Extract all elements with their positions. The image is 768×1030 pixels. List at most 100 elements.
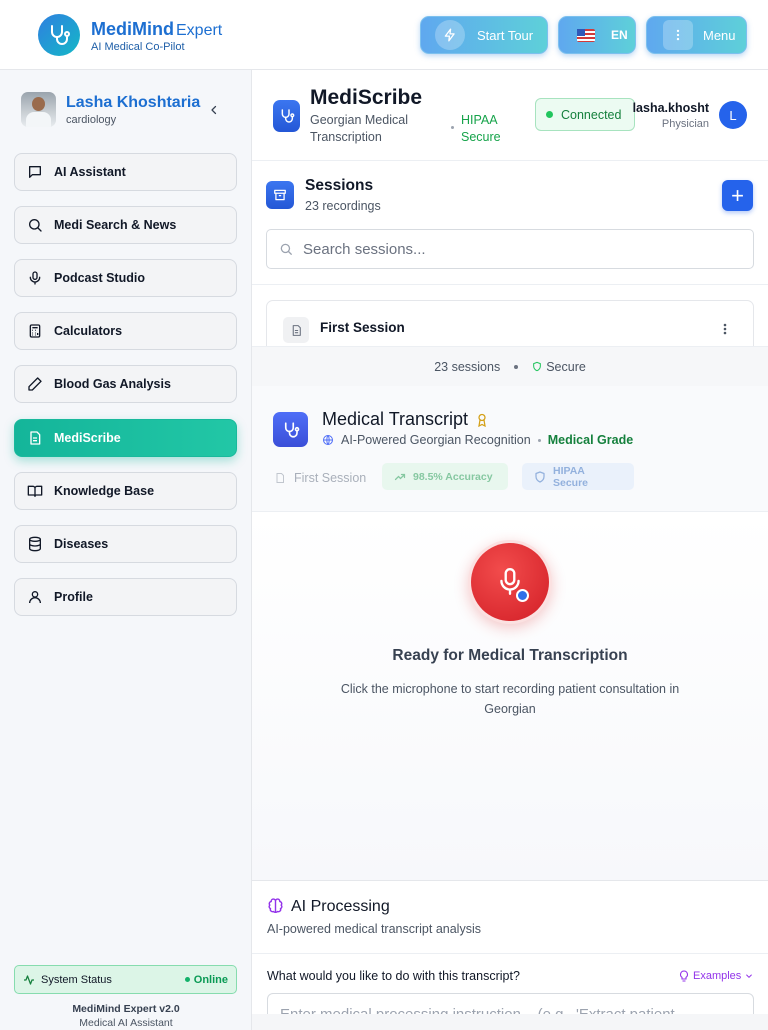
page-subtitle: Georgian Medical	[310, 113, 408, 127]
sidebar-item-label: MediScribe	[54, 431, 121, 445]
secure-label: Secure	[546, 359, 586, 374]
start-tour-button[interactable]: Start Tour	[420, 16, 548, 54]
brain-icon	[267, 898, 284, 915]
archive-icon	[266, 181, 294, 209]
menu-button[interactable]: Menu	[646, 16, 747, 54]
language-selector[interactable]: EN	[558, 16, 636, 54]
recorder-description: Click the microphone to start recording …	[340, 682, 680, 716]
sidebar-item-label: Podcast Studio	[54, 271, 145, 285]
instruction-label: What would you like to do with this tran…	[267, 969, 520, 983]
session-chip: First Session	[274, 465, 366, 491]
session-name: First Session	[320, 320, 405, 335]
calculator-icon	[26, 322, 44, 340]
sidebar-item-blood-gas[interactable]: Blood Gas Analysis	[14, 365, 237, 403]
brand-tagline: AI Medical Co-Pilot	[91, 41, 185, 53]
menu-label: Menu	[703, 27, 736, 43]
start-tour-label: Start Tour	[477, 27, 534, 43]
file-text-icon	[26, 429, 44, 447]
sidebar-item-label: Calculators	[54, 324, 123, 338]
shield-icon	[532, 361, 542, 372]
search-input[interactable]: Search sessions...	[303, 241, 426, 258]
ai-processing-title: AI Processing	[291, 898, 390, 915]
activity-icon	[23, 974, 35, 986]
globe-icon	[322, 434, 334, 446]
top-header: MediMind Expert AI Medical Co-Pilot Start…	[0, 0, 768, 70]
stethoscope-icon	[273, 412, 308, 447]
sessions-count: 23 recordings	[305, 199, 381, 213]
divider	[252, 953, 768, 954]
system-status: System Status Online	[14, 965, 237, 994]
app-version: MediMind Expert v2.0	[72, 1003, 180, 1015]
ai-processing-panel: AI Processing AI-powered medical transcr…	[252, 880, 768, 1030]
collapse-sidebar-button[interactable]	[205, 101, 223, 119]
add-session-button[interactable]: +	[722, 180, 753, 211]
sidebar-item-label: Diseases	[54, 537, 109, 551]
sidebar-item-calculators[interactable]: Calculators	[14, 312, 237, 350]
user-name[interactable]: Lasha Khoshtaria	[66, 94, 200, 112]
sidebar-item-knowledge-base[interactable]: Knowledge Base	[14, 472, 237, 510]
document-icon	[283, 317, 309, 343]
sidebar-item-profile[interactable]: Profile	[14, 578, 237, 616]
user-specialty: cardiology	[66, 114, 117, 126]
shield-icon	[534, 470, 546, 483]
list-item[interactable]: First Session	[266, 300, 754, 346]
sidebar-item-medi-search[interactable]: Medi Search & News	[14, 206, 237, 244]
avatar[interactable]	[21, 92, 56, 127]
examples-dropdown[interactable]: Examples	[679, 970, 753, 982]
pen-icon	[26, 375, 44, 393]
more-vertical-icon[interactable]	[719, 321, 731, 337]
mic-icon	[26, 269, 44, 287]
document-icon	[274, 472, 286, 484]
system-status-label: System Status	[41, 973, 112, 986]
chevron-down-icon	[745, 972, 753, 980]
sessions-total: 23 sessions	[434, 359, 501, 374]
lightning-icon	[435, 20, 465, 50]
hipaa-label: HIPAA	[461, 113, 498, 127]
hipaa-label-cont: Secure	[461, 130, 501, 144]
session-list[interactable]: First Session	[252, 284, 768, 346]
divider	[252, 160, 768, 161]
bottom-edge	[252, 1014, 768, 1030]
sidebar-item-diseases[interactable]: Diseases	[14, 525, 237, 563]
status-badge: Online	[185, 974, 228, 986]
ai-processing-subtitle: AI-powered medical transcript analysis	[267, 922, 481, 936]
transcript-title: Medical Transcript	[322, 409, 488, 430]
stethoscope-icon	[273, 100, 300, 132]
sidebar-item-label: Profile	[54, 590, 93, 604]
language-label: EN	[611, 28, 628, 42]
database-icon	[26, 535, 44, 553]
brand-name[interactable]: MediMind Expert	[91, 19, 222, 40]
book-icon	[26, 482, 44, 500]
more-vertical-icon	[663, 20, 693, 50]
lightbulb-icon	[679, 970, 689, 982]
sidebar-item-mediscribe[interactable]: MediScribe	[14, 419, 237, 457]
search-sessions[interactable]: Search sessions...	[266, 229, 754, 269]
stethoscope-logo-icon[interactable]	[38, 14, 80, 56]
sidebar: Lasha Khoshtaria cardiology AI Assistant…	[0, 70, 252, 1030]
sidebar-item-podcast-studio[interactable]: Podcast Studio	[14, 259, 237, 297]
page-subtitle-cont: Transcription	[310, 130, 382, 144]
record-button[interactable]	[468, 540, 552, 624]
account-name[interactable]: lasha.khosht	[620, 101, 709, 115]
sessions-title: Sessions	[305, 177, 374, 194]
page-title: MediScribe	[310, 86, 423, 109]
sidebar-item-label: AI Assistant	[54, 165, 126, 179]
recorder-title: Ready for Medical Transcription	[392, 647, 628, 664]
chevron-left-icon	[211, 105, 217, 115]
hipaa-badge: HIPAA Secure	[522, 463, 634, 490]
account-avatar[interactable]: L	[719, 101, 747, 129]
us-flag-icon	[577, 28, 595, 42]
transcript-header: Medical Transcript AI-Powered Georgian R…	[252, 386, 768, 512]
accuracy-badge: 98.5% Accuracy	[382, 463, 508, 490]
sidebar-item-label: Medi Search & News	[54, 218, 177, 232]
medical-grade-label: Medical Grade	[547, 433, 634, 447]
sessions-footer: 23 sessions Secure	[252, 346, 768, 386]
trending-up-icon	[394, 471, 406, 483]
search-icon	[26, 216, 44, 234]
award-icon	[476, 413, 488, 427]
message-square-icon	[26, 163, 44, 181]
sidebar-item-label: Knowledge Base	[54, 484, 155, 498]
recorder-panel: Ready for Medical Transcription Click th…	[252, 512, 768, 880]
search-icon	[279, 242, 293, 256]
sidebar-item-ai-assistant[interactable]: AI Assistant	[14, 153, 237, 191]
